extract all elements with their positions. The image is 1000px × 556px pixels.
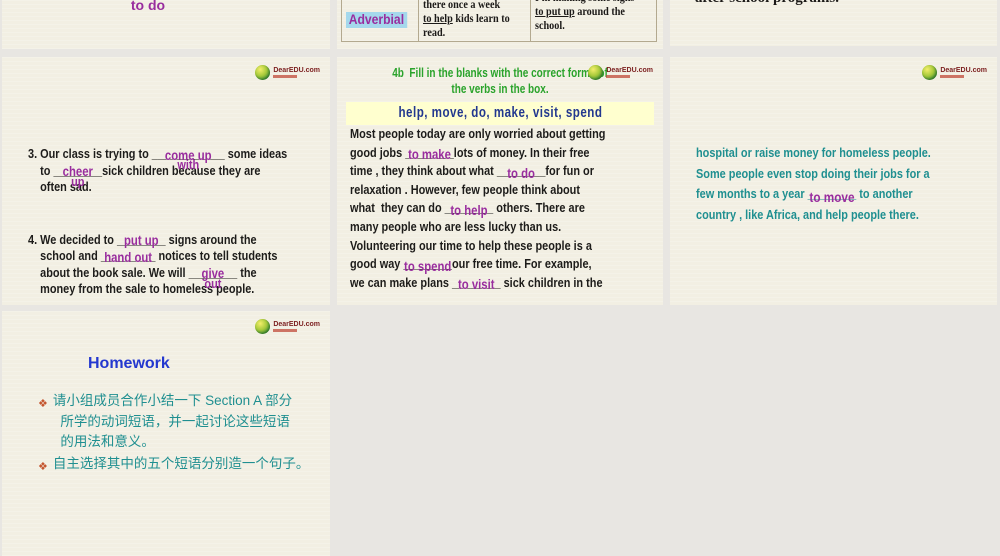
diamond-bullet-icon: ❖ (38, 460, 48, 473)
logo-subline (273, 329, 298, 332)
heading-line: 4b Fill in the blanks with the correct f… (392, 66, 608, 80)
logo-brand-text: DearEDU.com (273, 67, 320, 74)
sentence-text: 3. Our class is trying to (28, 146, 152, 161)
fill-blank: ________ cheer up (53, 163, 102, 188)
logo-globe-icon (255, 65, 271, 80)
answer-overlay-below: out (204, 275, 222, 291)
logo-brand-text: DearEDU.com (273, 321, 320, 328)
logo-globe-icon (922, 65, 938, 80)
logo-subline (606, 75, 631, 78)
slide-text: after school programs. (695, 0, 839, 7)
bullet-item: ❖ 自主选择其中的五个短语分别造一个句子。 (38, 454, 318, 478)
answer-overlay: hand out (104, 249, 153, 265)
answer-overlay: to do (130, 0, 166, 13)
logo-subline (940, 75, 965, 78)
sentence-text: 4. We decided to (28, 231, 118, 247)
logo-globe-icon (588, 65, 604, 80)
fill-blank: ________ to do (497, 162, 546, 181)
dearedu-logo: DearEDU.com (255, 65, 320, 80)
logo-globe-icon (255, 319, 271, 334)
underlined-phrase: to put up (534, 4, 575, 18)
answer-overlay: to move (809, 188, 855, 205)
sentence-text: sick children in the (500, 274, 603, 290)
fill-blank: ________ to help (445, 199, 494, 218)
slide-homework[interactable]: DearEDU.com Homework ❖ 请小组成员合作小结一下 Secti… (2, 311, 330, 556)
slide-exercise-4b[interactable]: DearEDU.com 4b Fill in the blanks with t… (337, 57, 663, 305)
answer-overlay-below: with (177, 157, 200, 172)
slide-exercise-3-4[interactable]: DearEDU.com 3. Our class is trying to __… (2, 57, 330, 305)
answer-overlay: put up (123, 233, 159, 248)
homework-list: ❖ 请小组成员合作小结一下 Section A 部分 所学的动词短语，并一起讨论… (38, 391, 318, 478)
answer-overlay: to do (507, 165, 535, 181)
table-header-cell: Adverbial (342, 0, 418, 41)
slide-text: hospital or raise money for homeless peo… (696, 143, 997, 225)
verb-list: help, move, do, make, visit, spend (398, 105, 602, 121)
slide-continuation[interactable]: DearEDU.com hospital or raise money for … (670, 57, 997, 305)
answer-overlay: to help (450, 202, 488, 218)
answer-overlay: to spend (404, 258, 452, 274)
fill-blank: ________ to make (405, 144, 454, 163)
adverbial-label: Adverbial (346, 12, 407, 28)
diamond-bullet-icon: ❖ (38, 398, 48, 410)
verb-box: help, move, do, make, visit, spend (346, 102, 654, 125)
fill-blank: ________ to spend (403, 255, 452, 274)
fill-blank: ________ to move (808, 184, 857, 205)
exercise-text: Most people today are only worried about… (350, 125, 661, 292)
grammar-table: Adverbial there once a week to help kids… (341, 0, 657, 42)
answer-overlay: to make (408, 147, 451, 163)
cell-text: there once a week (422, 0, 500, 11)
logo-brand-text: DearEDU.com (940, 67, 987, 74)
fill-blank: ________ put up (117, 232, 166, 249)
underlined-phrase: to help (422, 11, 453, 25)
fill-blank: _________ hand out (101, 248, 156, 265)
homework-title: Homework (88, 355, 170, 372)
answer-overlay-below: up (71, 173, 85, 189)
logo-brand-text: DearEDU.com (606, 67, 653, 74)
dearedu-logo: DearEDU.com (588, 65, 653, 80)
exercise-text: 3. Our class is trying to ____________ co… (28, 113, 330, 305)
fill-blank: ________ give out (189, 265, 238, 290)
dearedu-logo: DearEDU.com (922, 65, 987, 80)
slide-top-left[interactable]: to do (2, 0, 330, 49)
bullet-text: 自主选择其中的五个短语分别造一个句子。 (52, 455, 310, 471)
fill-blank: ____________ come up with (152, 146, 225, 171)
slide-top-right[interactable]: after school programs. (670, 0, 997, 46)
slide-top-middle[interactable]: Adverbial there once a week to help kids… (337, 0, 663, 49)
dearedu-logo: DearEDU.com (255, 319, 320, 334)
table-cell: there once a week to help kids learn to … (417, 0, 530, 41)
bullet-item: ❖ 请小组成员合作小结一下 Section A 部分 所学的动词短语，并一起讨论… (38, 391, 318, 453)
answer-overlay: to visit (457, 277, 495, 293)
table-cell: I'm making some signs to put up around t… (529, 0, 656, 41)
logo-subline (273, 75, 298, 78)
heading-line: the verbs in the box. (451, 82, 549, 96)
bullet-text: 请小组成员合作小结一下 Section A 部分 所学的动词短语，并一起讨论这些… (52, 393, 293, 449)
fill-blank: ________ to visit (452, 274, 501, 293)
